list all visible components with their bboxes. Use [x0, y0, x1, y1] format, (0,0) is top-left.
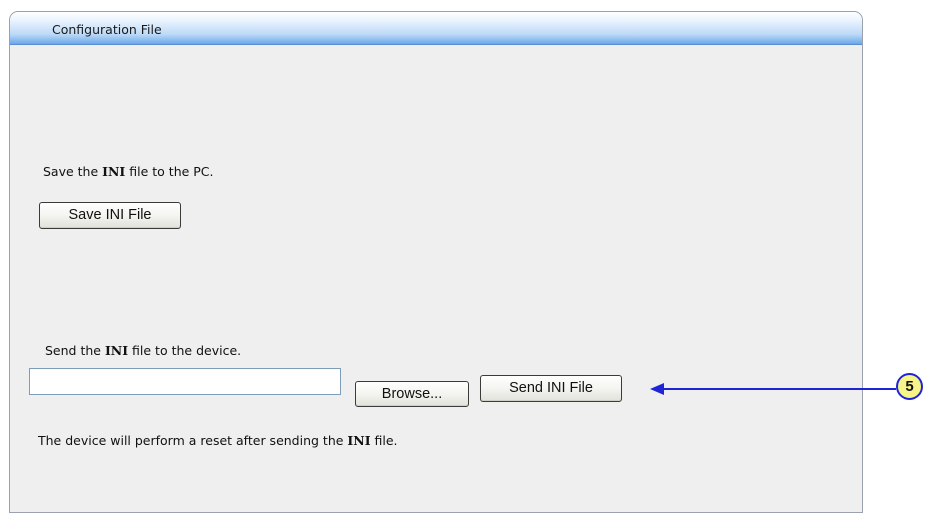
save-ini-file-button[interactable]: Save INI File — [39, 202, 181, 229]
save-instruction-ini-keyword: INI — [102, 164, 126, 179]
save-instruction-text-end: file to the PC. — [125, 164, 214, 179]
send-ini-file-button[interactable]: Send INI File — [480, 375, 622, 402]
panel-title: Configuration File — [52, 22, 162, 37]
save-ini-instruction: Save the INI file to the PC. — [43, 164, 214, 179]
browse-button[interactable]: Browse... — [355, 381, 469, 407]
reset-note-ini-keyword: INI — [347, 433, 371, 448]
ini-file-path-input[interactable] — [29, 368, 341, 395]
send-instruction-text-end: file to the device. — [128, 343, 242, 358]
send-instruction-ini-keyword: INI — [104, 343, 129, 358]
reset-note-text-end: file. — [370, 433, 398, 448]
callout-arrow-line — [662, 388, 896, 390]
reset-note-text-start: The device will perform a reset after se… — [38, 433, 348, 448]
save-instruction-text-start: Save the — [43, 164, 103, 179]
panel-header: Configuration File — [10, 12, 862, 45]
send-ini-instruction: Send the INI file to the device. — [45, 343, 241, 358]
send-instruction-text-start: Send the — [45, 343, 105, 358]
callout-number-badge: 5 — [896, 373, 923, 400]
reset-warning-note: The device will perform a reset after se… — [38, 433, 398, 448]
